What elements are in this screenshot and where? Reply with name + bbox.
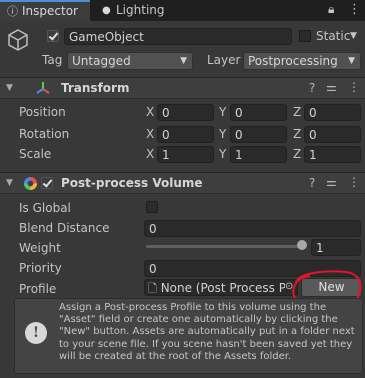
profile-help-box: ! Assign a Post-process Profile to this … [14, 298, 363, 374]
transform-title: Transform [61, 81, 130, 95]
position-x-field[interactable]: 0 [157, 104, 214, 121]
help-icon[interactable]: ? [309, 176, 315, 190]
layer-dropdown[interactable]: Postprocessing ▼ [243, 52, 361, 70]
info-icon: ! [25, 322, 47, 344]
axis-x-label[interactable]: X [146, 105, 154, 119]
axis-y-label[interactable]: Y [219, 147, 226, 161]
lock-icon[interactable]: 🔒︎ [328, 2, 334, 17]
blend-distance-label: Blend Distance [19, 221, 110, 235]
tag-dropdown-value: Untagged [72, 54, 131, 68]
rotation-y-field[interactable]: 0 [230, 126, 287, 143]
axis-y-label[interactable]: Y [219, 127, 226, 141]
tab-lighting[interactable]: ● Lighting [96, 0, 186, 21]
layer-label: Layer [207, 53, 241, 67]
scale-y-field[interactable]: 1 [230, 146, 287, 163]
is-global-label: Is Global [19, 201, 71, 215]
light-bulb-icon: ● [102, 5, 111, 16]
post-process-volume-icon [23, 176, 38, 191]
tab-inspector-label: Inspector [22, 4, 78, 18]
preset-sliders-icon[interactable]: ⚌ [326, 80, 337, 94]
weight-label: Weight [19, 241, 61, 255]
foldout-arrow-icon[interactable]: ▼ [6, 178, 13, 188]
tab-inspector[interactable]: ⓘ Inspector [0, 0, 90, 21]
is-global-checkbox[interactable] [146, 201, 158, 213]
scale-x-field[interactable]: 1 [157, 146, 214, 163]
kebab-menu-icon[interactable]: ⋮ [348, 80, 360, 94]
position-y-field[interactable]: 0 [230, 104, 287, 121]
static-dropdown-arrow-icon[interactable]: ▼ [350, 31, 357, 41]
chevron-down-icon: ▼ [348, 56, 355, 66]
axis-x-label[interactable]: X [146, 147, 154, 161]
tab-lighting-label: Lighting [116, 3, 165, 17]
rotation-label: Rotation [19, 127, 70, 141]
document-icon: 🗋︎ [148, 282, 157, 295]
scale-label: Scale [19, 147, 52, 161]
axis-z-label[interactable]: Z [293, 105, 301, 119]
profile-object-field[interactable]: 🗋︎ None (Post Process Pr [144, 279, 298, 296]
gameobject-name-field[interactable]: GameObject [64, 28, 292, 45]
static-checkbox[interactable] [299, 30, 311, 42]
axis-z-label[interactable]: Z [293, 127, 301, 141]
transform-axes-icon [35, 80, 51, 96]
post-process-volume-header[interactable]: ▼ Post-process Volume ? ⚌ ⋮ [0, 172, 365, 194]
post-process-volume-title: Post-process Volume [61, 176, 203, 190]
axis-x-label[interactable]: X [146, 127, 154, 141]
position-z-field[interactable]: 0 [304, 104, 361, 121]
info-icon: ⓘ [7, 5, 18, 18]
layer-dropdown-value: Postprocessing [248, 54, 338, 68]
kebab-menu-icon[interactable]: ⋮ [348, 2, 361, 17]
profile-field-value: None (Post Process Pr [160, 281, 291, 295]
foldout-arrow-icon[interactable]: ▼ [6, 83, 13, 93]
chevron-down-icon: ▼ [180, 56, 187, 66]
gameobject-icon [6, 28, 30, 52]
blend-distance-field[interactable]: 0 [144, 220, 361, 237]
weight-field[interactable]: 1 [311, 239, 361, 256]
transform-component-header[interactable]: ▼ Transform ? ⚌ ⋮ [0, 77, 365, 99]
profile-help-text: Assign a Post-process Profile to this vo… [59, 302, 355, 362]
axis-z-label[interactable]: Z [293, 147, 301, 161]
gameobject-active-checkbox[interactable] [47, 30, 59, 42]
tag-dropdown[interactable]: Untagged ▼ [67, 52, 193, 70]
tag-label: Tag [42, 53, 63, 67]
rotation-x-field[interactable]: 0 [157, 126, 214, 143]
profile-label: Profile [19, 282, 57, 296]
help-icon[interactable]: ? [309, 81, 315, 95]
scale-z-field[interactable]: 1 [304, 146, 361, 163]
axis-y-label[interactable]: Y [219, 105, 226, 119]
window-tab-bar: ⓘ Inspector ● Lighting 🔒︎ ⋮ [0, 0, 365, 21]
preset-sliders-icon[interactable]: ⚌ [326, 175, 337, 189]
kebab-menu-icon[interactable]: ⋮ [348, 175, 360, 189]
position-label: Position [19, 105, 66, 119]
weight-slider-thumb[interactable] [297, 240, 307, 250]
weight-slider-track[interactable] [146, 245, 304, 248]
static-label: Static [316, 29, 351, 43]
rotation-z-field[interactable]: 0 [304, 126, 361, 143]
priority-label: Priority [19, 261, 62, 275]
post-process-volume-enabled-checkbox[interactable] [41, 177, 53, 189]
